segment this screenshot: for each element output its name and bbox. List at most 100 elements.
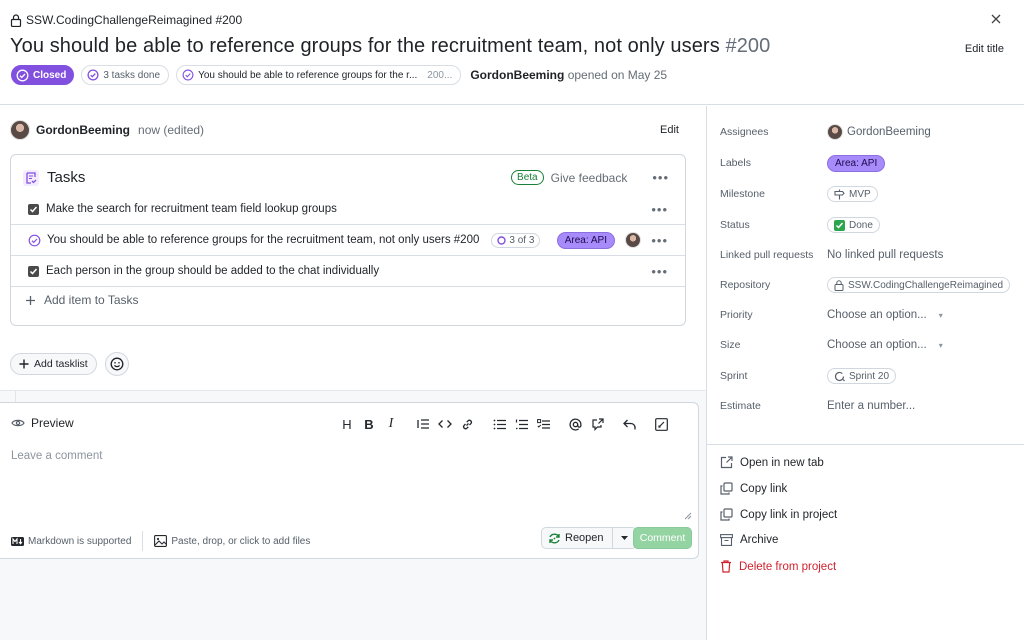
status-token[interactable]: Done: [827, 217, 880, 233]
fullscreen-button[interactable]: [650, 414, 672, 434]
task-more-icon[interactable]: •••: [651, 234, 668, 247]
attach-files[interactable]: Paste, drop, or click to add files: [154, 535, 310, 547]
archive-button[interactable]: Archive: [720, 534, 778, 546]
edit-comment-button[interactable]: Edit: [660, 124, 679, 136]
field-repository[interactable]: Repository SSW.CodingChallengeReimagined: [720, 275, 1020, 295]
reopen-icon: [549, 533, 560, 543]
field-label: Assignees: [720, 126, 769, 138]
italic-button[interactable]: I: [380, 414, 402, 434]
label-token[interactable]: Area: API: [827, 154, 886, 172]
parent-issue-badge[interactable]: You should be able to reference groups f…: [176, 65, 462, 85]
footer-divider: [142, 531, 144, 551]
comment-editor: Preview H B I Leave a comment Markdown i…: [0, 402, 699, 559]
comment-textarea[interactable]: Leave a comment: [11, 450, 102, 462]
give-feedback-link[interactable]: Give feedback: [551, 171, 628, 185]
reopen-options-button[interactable]: [611, 528, 636, 548]
opened-author[interactable]: GordonBeeming: [470, 68, 564, 82]
comment-author[interactable]: GordonBeeming: [36, 123, 130, 137]
comment-author-row: GordonBeeming now (edited): [10, 120, 204, 140]
link-button[interactable]: [456, 414, 478, 434]
bulleted-list-button[interactable]: [488, 414, 510, 434]
field-priority[interactable]: Priority Choose an option... ▾: [720, 305, 1020, 325]
repository-token[interactable]: SSW.CodingChallengeReimagined: [827, 277, 1011, 293]
copy-link-in-project-button[interactable]: Copy link in project: [720, 508, 837, 521]
check-circle-icon: [182, 69, 194, 81]
copy-link-button[interactable]: Copy link: [720, 482, 787, 495]
task-list-button[interactable]: [532, 414, 554, 434]
field-sprint[interactable]: Sprint Sprint 20: [720, 366, 1020, 386]
mention-button[interactable]: [564, 414, 586, 434]
resize-grip-icon[interactable]: [684, 512, 692, 520]
task-text[interactable]: You should be able to reference groups f…: [47, 234, 479, 246]
milestone-text: MVP: [849, 188, 871, 200]
comment-time: now (edited): [138, 123, 205, 137]
parent-issue-number: 200...: [427, 69, 453, 81]
code-button[interactable]: [434, 414, 456, 434]
field-size[interactable]: Size Choose an option... ▾: [720, 335, 1020, 355]
checkmark-icon: [29, 206, 38, 213]
task-text[interactable]: Each person in the group should be added…: [46, 265, 379, 277]
link-icon: [462, 419, 472, 429]
field-status[interactable]: Status Done: [720, 215, 1020, 235]
task-checkbox[interactable]: [28, 265, 39, 277]
field-estimate[interactable]: Estimate Enter a number...: [720, 396, 1020, 416]
preview-label: Preview: [31, 416, 74, 430]
repo-reference-text: SSW.CodingChallengeReimagined #200: [26, 13, 243, 27]
tasklist-more-icon[interactable]: •••: [652, 171, 669, 184]
delete-from-project-button[interactable]: Delete from project: [720, 560, 836, 573]
task-assignee-avatar[interactable]: [625, 232, 641, 248]
field-label: Linked pull requests: [720, 249, 814, 261]
add-reaction-button[interactable]: [104, 352, 129, 376]
issue-number: #200: [725, 35, 771, 57]
field-linked-pull-requests[interactable]: Linked pull requests No linked pull requ…: [720, 245, 1020, 265]
add-tasklist-button[interactable]: Add tasklist: [10, 353, 97, 375]
edit-title-button[interactable]: Edit title: [965, 43, 1004, 55]
task-text[interactable]: Make the search for recruitment team fie…: [46, 203, 337, 215]
field-label: Priority: [720, 309, 753, 321]
size-select[interactable]: Choose an option... ▾: [827, 339, 943, 351]
repository-text: SSW.CodingChallengeReimagined: [848, 279, 1004, 291]
quote-button[interactable]: [412, 414, 434, 434]
chevron-down-icon: ▾: [938, 310, 943, 320]
priority-value: Choose an option...: [827, 309, 927, 321]
status-badge-text: Closed: [33, 69, 67, 81]
milestone-token[interactable]: MVP: [827, 186, 878, 202]
close-button[interactable]: [988, 11, 1004, 27]
priority-select[interactable]: Choose an option... ▾: [827, 309, 943, 321]
heading-button[interactable]: H: [336, 414, 358, 434]
bold-button[interactable]: B: [358, 414, 380, 434]
markdown-note-text: Markdown is supported: [28, 535, 132, 547]
lock-icon: [834, 279, 844, 291]
heading-icon: H: [342, 416, 352, 432]
check-box-icon: [834, 219, 845, 231]
field-labels[interactable]: Labels Area: API: [720, 153, 1020, 173]
reference-button[interactable]: [586, 414, 608, 434]
comment-button[interactable]: Comment: [633, 527, 692, 549]
preview-tab[interactable]: Preview: [11, 416, 74, 430]
undo-button[interactable]: [618, 414, 640, 434]
field-value[interactable]: GordonBeeming: [827, 124, 931, 140]
tasks-done-badge[interactable]: 3 tasks done: [81, 65, 170, 85]
open-in-new-tab-button[interactable]: Open in new tab: [720, 456, 824, 469]
task-item: Make the search for recruitment team fie…: [11, 194, 685, 225]
archive-icon: [720, 534, 733, 546]
field-milestone[interactable]: Milestone MVP: [720, 184, 1020, 204]
subtask-progress[interactable]: 3 of 3: [491, 232, 541, 248]
task-checkbox[interactable]: [28, 203, 39, 215]
action-label: Archive: [740, 534, 779, 546]
estimate-input[interactable]: Enter a number...: [827, 400, 915, 412]
numbered-list-button[interactable]: [510, 414, 532, 434]
task-more-icon[interactable]: •••: [651, 265, 668, 278]
reopen-button[interactable]: Reopen: [542, 528, 612, 548]
markdown-note[interactable]: Markdown is supported: [11, 536, 131, 547]
repo-reference[interactable]: SSW.CodingChallengeReimagined #200: [10, 13, 242, 27]
field-assignees[interactable]: Assignees GordonBeeming: [720, 122, 1020, 142]
task-label[interactable]: Area: API: [556, 232, 615, 249]
sprint-token[interactable]: Sprint 20: [827, 368, 897, 384]
task-more-icon[interactable]: •••: [651, 203, 668, 216]
copy-icon: [720, 508, 733, 521]
add-item-button[interactable]: Add item to Tasks: [25, 293, 139, 307]
issue-header: SSW.CodingChallengeReimagined #200 You s…: [0, 0, 1024, 105]
field-label: Repository: [720, 279, 771, 291]
avatar[interactable]: [10, 120, 30, 140]
